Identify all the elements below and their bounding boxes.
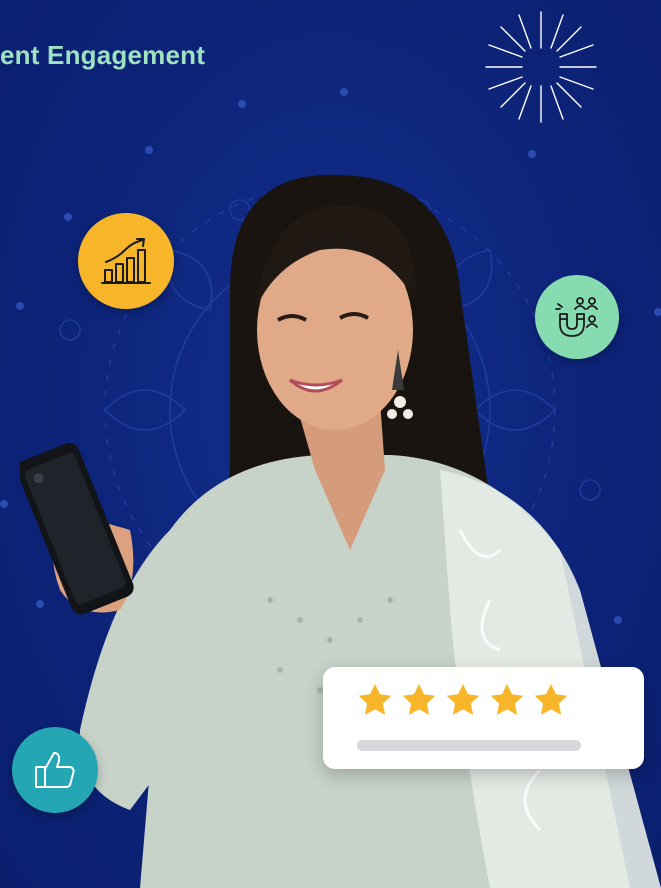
star-icon <box>446 683 480 715</box>
star-icon <box>534 683 568 715</box>
headline: ent Engagement <box>0 40 206 70</box>
decor-dot <box>340 88 348 96</box>
thumbs-up-icon <box>35 752 75 788</box>
decor-dot <box>528 150 536 158</box>
star-icon <box>358 683 392 715</box>
star-rating <box>356 681 570 719</box>
like-badge <box>12 727 98 813</box>
growth-badge <box>78 213 174 309</box>
decor-dot <box>0 500 8 508</box>
star-icon <box>490 683 524 715</box>
star-icon <box>402 683 436 715</box>
decor-dot <box>145 146 153 154</box>
rating-text-placeholder-bar <box>357 740 581 751</box>
hero-banner: ent Engagement <box>0 0 661 888</box>
magnet-badge <box>535 275 619 359</box>
decor-dot <box>238 100 246 108</box>
starburst-icon <box>485 11 597 123</box>
rating-card <box>323 667 644 769</box>
growth-chart-icon <box>101 238 151 284</box>
magnet-users-icon <box>555 297 598 337</box>
